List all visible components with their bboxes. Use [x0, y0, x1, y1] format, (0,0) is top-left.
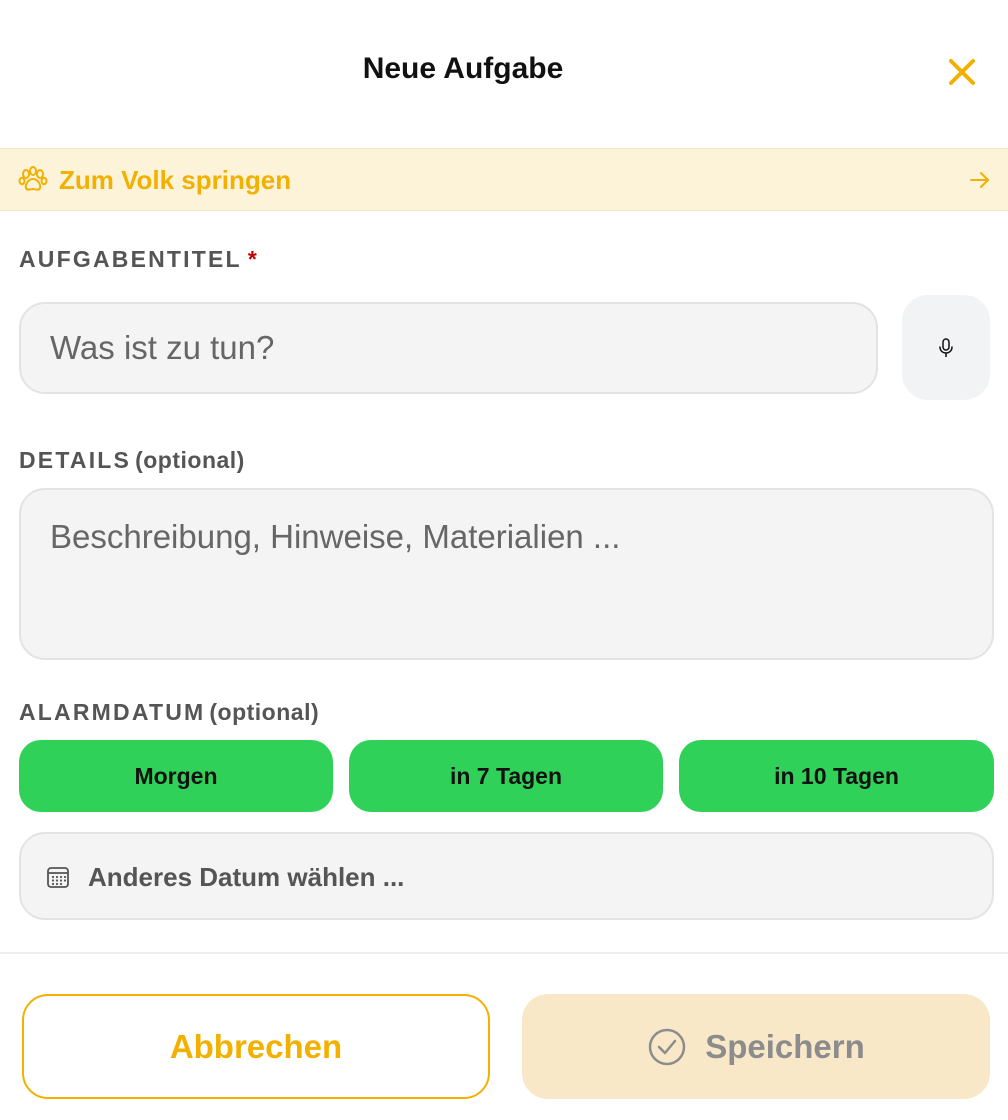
arrow-right-icon — [970, 172, 989, 188]
details-label: DETAILS (optional) — [19, 447, 245, 474]
details-textarea[interactable] — [19, 488, 994, 660]
cancel-button[interactable]: Abbrechen — [22, 994, 490, 1099]
task-title-label-text: AUFGABENTITEL — [19, 246, 242, 272]
modal-header: Neue Aufgabe — [0, 0, 1008, 148]
jump-to-colony-label: Zum Volk springen — [59, 165, 292, 195]
alarm-date-optional-label: (optional) — [209, 699, 320, 725]
task-title-label: AUFGABENTITEL * — [19, 246, 257, 273]
custom-date-button[interactable]: Anderes Datum wählen ... — [19, 832, 994, 920]
check-circle-icon — [648, 1028, 686, 1065]
voice-input-button[interactable] — [902, 295, 990, 400]
jump-to-colony-banner[interactable]: Zum Volk springen — [0, 148, 1008, 211]
calendar-icon — [47, 867, 69, 888]
task-title-input[interactable] — [19, 302, 878, 394]
details-label-text: DETAILS — [19, 447, 132, 473]
save-label: Speichern — [705, 1027, 865, 1065]
page-title: Neue Aufgabe — [362, 52, 564, 85]
close-icon — [949, 59, 975, 85]
save-button[interactable]: Speichern — [522, 994, 990, 1099]
alarm-date-label-text: ALARMDATUM — [19, 699, 206, 725]
preset-10-days-button[interactable]: in 10 Tagen — [679, 740, 994, 812]
close-button[interactable] — [940, 50, 984, 94]
footer-divider — [0, 952, 1008, 954]
paw-icon — [18, 166, 48, 191]
custom-date-label: Anderes Datum wählen ... — [88, 862, 405, 892]
alarm-date-label: ALARMDATUM (optional) — [19, 699, 319, 726]
required-marker: * — [247, 246, 257, 272]
details-optional-label: (optional) — [135, 447, 245, 473]
preset-tomorrow-button[interactable]: Morgen — [19, 740, 333, 812]
preset-7-days-button[interactable]: in 7 Tagen — [349, 740, 663, 812]
microphone-icon — [939, 337, 953, 357]
